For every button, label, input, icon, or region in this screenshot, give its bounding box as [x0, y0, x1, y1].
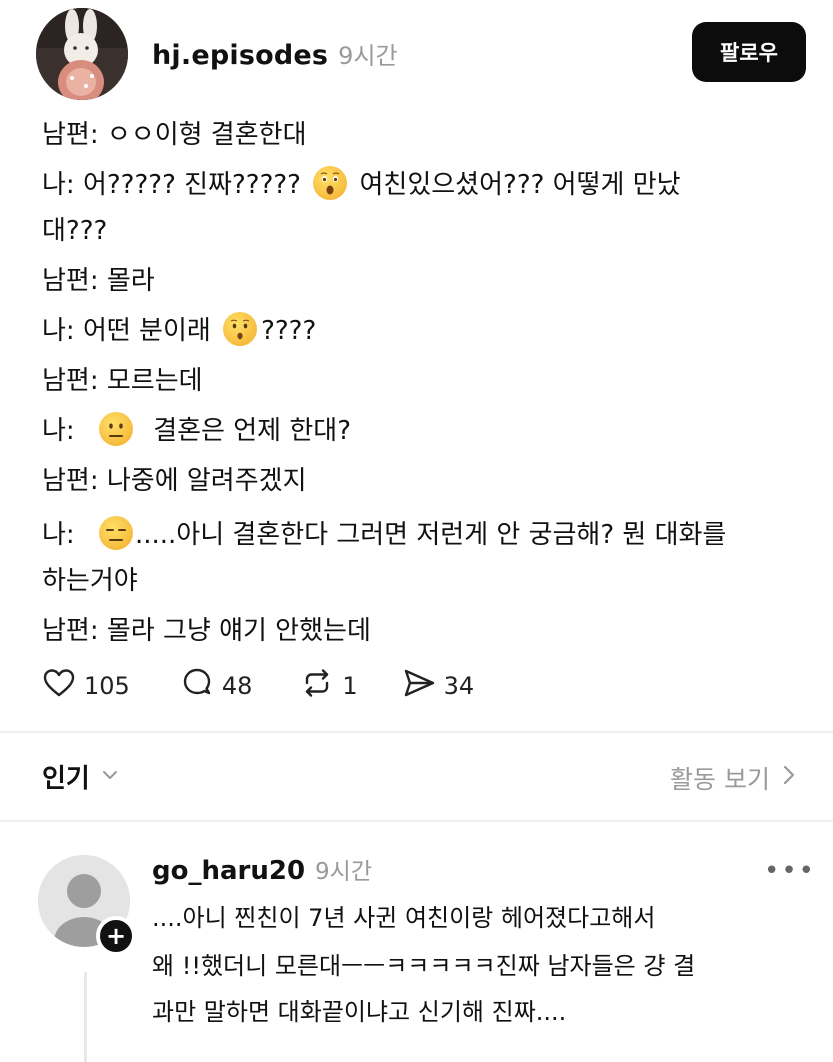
post-line: 남편: 나중에 알려주겠지 [42, 458, 307, 504]
post-line-text: 남편: 나중에 알려주겠지 [42, 466, 307, 496]
post-line-text: 남편: ㅇㅇ이형 결혼한대 [42, 120, 307, 150]
comment-bubble-icon [180, 666, 214, 706]
replies-sort-row: 인기 활동 보기 [42, 752, 798, 802]
heart-icon [42, 666, 76, 706]
post-line: 나: .....아니 결혼한다 그러면 저런게 안 궁금해? 뭔 대화를 [42, 512, 726, 558]
chevron-down-icon [100, 762, 120, 792]
follow-plus-badge[interactable]: + [96, 916, 136, 956]
post-line-text: 여친있으셨어??? 어떻게 만났 [359, 170, 681, 200]
sort-dropdown[interactable]: 인기 [42, 758, 120, 795]
post-line-text: 나: [42, 416, 75, 446]
author-name[interactable]: hj.episodes [152, 40, 328, 71]
post-timestamp: 9시간 [338, 42, 398, 70]
post-line: 남편: 몰라 [42, 258, 155, 304]
post-line-text: 하는거야 [42, 566, 138, 596]
author-row: hj.episodes 9시간 [152, 36, 398, 72]
more-options-button[interactable]: ••• [764, 856, 816, 886]
thread-line [84, 972, 87, 1062]
follow-button[interactable]: 팔로우 [692, 22, 806, 82]
view-activity-label: 활동 보기 [670, 765, 770, 794]
divider [0, 820, 833, 822]
expressionless-face-emoji-icon [98, 516, 133, 550]
chevron-right-icon [780, 763, 798, 793]
post-line-text: 결혼은 언제 한대? [153, 416, 351, 446]
post-line: 남편: 모르는데 [42, 358, 203, 404]
view-activity-link[interactable]: 활동 보기 [670, 760, 798, 796]
like-count: 105 [84, 672, 130, 700]
hushed-face-emoji-icon [223, 312, 258, 346]
post-line-text: 남편: 몰라 그냥 얘기 안했는데 [42, 616, 371, 646]
comment-line: ....아니 찐친이 7년 사귄 여친이랑 헤어졌다고해서 [152, 904, 656, 932]
post-line: 나: 어떤 분이래 ???? [42, 308, 316, 354]
post-actions: 105 48 1 34 [42, 664, 474, 708]
repost-icon [300, 666, 334, 706]
comment-author[interactable]: go_haru20 [152, 856, 305, 886]
post-line: 남편: ㅇㅇ이형 결혼한대 [42, 112, 307, 158]
post-line-text: 나: 어????? 진짜????? [42, 170, 301, 200]
astonished-face-emoji-icon [313, 166, 348, 200]
post-line-text: 남편: 몰라 [42, 266, 155, 296]
like-button[interactable]: 105 [42, 666, 130, 706]
post-line: 나: 결혼은 언제 한대? [42, 408, 351, 454]
share-button[interactable]: 34 [402, 666, 475, 706]
repost-count: 1 [342, 672, 358, 700]
comment-button[interactable]: 48 [180, 666, 253, 706]
post-line: 나: 어????? 진짜????? 여친있으셨어??? 어떻게 만났 [42, 162, 681, 208]
neutral-face-emoji-icon [98, 412, 133, 446]
comment-timestamp: 9시간 [315, 859, 373, 885]
comment-line: 왜 !!했더니 모른대ㅡㅡㅋㅋㅋㅋㅋ진짜 남자들은 걍 결 [152, 952, 696, 980]
post-line-text: 나: 어떤 분이래 [42, 316, 211, 346]
post-line-text: .....아니 결혼한다 그러면 저런게 안 궁금해? 뭔 대화를 [134, 520, 727, 550]
divider [0, 731, 833, 733]
threads-post-page: hj.episodes 9시간 팔로우 남편: ㅇㅇ이형 결혼한대 나: 어??… [0, 0, 833, 1062]
post-line: 남편: 몰라 그냥 얘기 안했는데 [42, 608, 371, 654]
repost-button[interactable]: 1 [300, 666, 358, 706]
send-icon [402, 666, 436, 706]
author-avatar[interactable] [36, 8, 128, 100]
post-line: 하는거야 [42, 558, 138, 604]
post-header: hj.episodes 9시간 팔로우 [36, 8, 806, 100]
post-line-text: 나: [42, 520, 75, 550]
share-count: 34 [443, 672, 475, 700]
comment-header: go_haru20 9시간 [152, 852, 372, 886]
comment-line: 과만 말하면 대화끝이냐고 신기해 진짜.... [152, 998, 567, 1026]
sort-label: 인기 [42, 764, 90, 794]
post-line-text: ???? [261, 316, 317, 346]
post-line: 대??? [42, 208, 107, 254]
post-line-text: 남편: 모르는데 [42, 366, 203, 396]
comment-count: 48 [221, 672, 253, 700]
post-line-text: 대??? [42, 216, 108, 246]
